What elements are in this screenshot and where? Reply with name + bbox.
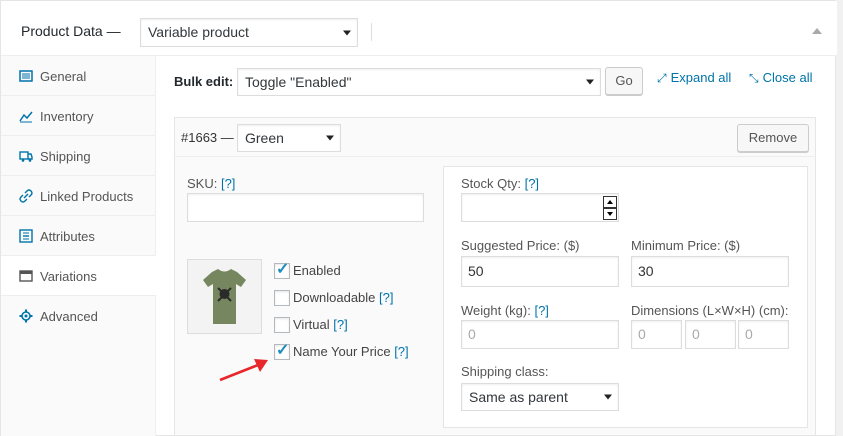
minimum-price-label: Minimum Price: ($) — [631, 238, 741, 253]
stock-qty-label: Stock Qty: [?] — [461, 176, 539, 191]
variation-image[interactable] — [187, 259, 262, 334]
tab-label: Advanced — [40, 309, 98, 324]
suggested-price-input[interactable]: 50 — [461, 256, 619, 287]
shipping-class-value: Same as parent — [469, 389, 568, 405]
product-type-value: Variable product — [148, 24, 249, 40]
weight-input[interactable]: 0 — [461, 320, 619, 349]
width-input[interactable]: 0 — [685, 320, 736, 349]
weight-label-text: Weight (kg): — [461, 303, 531, 318]
checkmark-icon: ✓ — [276, 261, 290, 278]
stock-qty-label-text: Stock Qty: — [461, 176, 521, 191]
bulk-edit-value: Toggle "Enabled" — [245, 74, 352, 90]
stepper-down-icon[interactable] — [603, 208, 617, 220]
dimensions-label: Dimensions (L×W×H) (cm): — [631, 303, 789, 318]
close-all-link[interactable]: ⤡ Close all — [749, 70, 812, 86]
go-button[interactable]: Go — [605, 67, 643, 95]
downloadable-checkbox[interactable] — [274, 290, 290, 306]
panel-title: Product Data — — [21, 23, 121, 39]
suggested-price-value: 50 — [468, 263, 484, 279]
tab-attributes[interactable]: Attributes — [1, 216, 156, 256]
expand-all-link[interactable]: ⤢ Expand all — [657, 70, 731, 86]
remove-button[interactable]: Remove — [737, 124, 809, 152]
variation-attribute-value: Green — [245, 130, 284, 146]
name-your-price-label: Name Your Price [?] — [293, 344, 409, 359]
tab-linked-products[interactable]: Linked Products — [1, 176, 156, 216]
tab-label: Inventory — [40, 109, 94, 124]
header-divider — [371, 23, 372, 41]
suggested-price-label: Suggested Price: ($) — [461, 238, 580, 253]
minimum-price-input[interactable]: 30 — [631, 256, 789, 287]
enabled-label: Enabled — [293, 263, 341, 278]
sku-label: SKU: [?] — [187, 176, 235, 191]
weight-label: Weight (kg): [?] — [461, 303, 549, 318]
product-type-select[interactable]: Variable product — [140, 18, 358, 47]
chevron-down-icon — [343, 30, 351, 35]
general-icon — [19, 69, 33, 83]
help-link[interactable]: [?] — [394, 344, 408, 359]
help-link[interactable]: [?] — [333, 317, 347, 332]
tab-variations[interactable]: Variations — [1, 256, 157, 296]
tab-label: General — [40, 69, 87, 84]
bulk-edit-select[interactable]: Toggle "Enabled" — [237, 68, 601, 96]
width-placeholder: 0 — [692, 326, 700, 342]
attributes-icon — [19, 229, 33, 243]
height-input[interactable]: 0 — [738, 320, 789, 349]
help-link[interactable]: [?] — [525, 176, 539, 191]
sku-label-text: SKU: — [187, 176, 218, 191]
variations-icon — [19, 269, 33, 283]
virtual-label: Virtual [?] — [293, 317, 348, 332]
help-link[interactable]: [?] — [221, 176, 235, 191]
annotation-arrow-icon — [219, 359, 268, 382]
expand-icon: ⤢ — [657, 71, 667, 85]
bulk-edit-label: Bulk edit: — [174, 74, 234, 89]
sku-input[interactable] — [187, 193, 424, 222]
weight-placeholder: 0 — [468, 326, 476, 342]
name-your-price-checkbox[interactable]: ✓ — [274, 342, 290, 360]
variation-attribute-select[interactable]: Green — [237, 124, 341, 152]
shipping-class-label: Shipping class: — [461, 364, 549, 379]
stock-qty-stepper[interactable] — [603, 196, 617, 220]
minimum-price-value: 30 — [638, 263, 654, 279]
virtual-checkbox[interactable] — [274, 317, 290, 333]
tab-shipping[interactable]: Shipping — [1, 136, 156, 176]
tab-general[interactable]: General — [1, 56, 156, 96]
variation-id: #1663 — — [181, 130, 234, 145]
chevron-down-icon — [604, 394, 612, 400]
tshirt-icon — [203, 269, 246, 324]
collapse-toggle-icon[interactable] — [812, 28, 822, 34]
length-placeholder: 0 — [638, 326, 646, 342]
collapse-icon: ⤡ — [749, 71, 759, 85]
chevron-down-icon — [586, 79, 594, 85]
chevron-down-icon — [326, 135, 334, 141]
linked-products-icon — [19, 189, 33, 203]
downloadable-label: Downloadable [?] — [293, 290, 394, 305]
length-input[interactable]: 0 — [631, 320, 682, 349]
product-data-tabs: General Inventory Shipping Linked Produc… — [1, 56, 157, 436]
tab-label: Attributes — [40, 229, 95, 244]
shipping-icon — [19, 149, 33, 163]
panel-header: Product Data — Variable product — [1, 1, 837, 56]
tab-inventory[interactable]: Inventory — [1, 96, 156, 136]
shipping-class-select[interactable]: Same as parent — [461, 383, 619, 411]
tab-label: Shipping — [40, 149, 91, 164]
help-link[interactable]: [?] — [534, 303, 548, 318]
inventory-icon — [19, 109, 33, 123]
name-your-price-label-text: Name Your Price — [293, 344, 391, 359]
tab-advanced[interactable]: Advanced — [1, 296, 156, 336]
tab-label: Linked Products — [40, 189, 134, 204]
downloadable-label-text: Downloadable — [293, 290, 376, 305]
checkmark-icon: ✓ — [276, 342, 290, 359]
tab-label: Variations — [40, 269, 97, 284]
stepper-up-icon[interactable] — [603, 196, 617, 208]
enabled-checkbox[interactable]: ✓ — [274, 261, 290, 279]
virtual-label-text: Virtual — [293, 317, 330, 332]
stock-qty-input[interactable] — [461, 193, 619, 222]
help-link[interactable]: [?] — [379, 290, 393, 305]
expand-all-label: Expand all — [670, 70, 732, 85]
close-all-label: Close all — [762, 70, 813, 85]
height-placeholder: 0 — [745, 326, 753, 342]
advanced-icon — [19, 309, 33, 323]
